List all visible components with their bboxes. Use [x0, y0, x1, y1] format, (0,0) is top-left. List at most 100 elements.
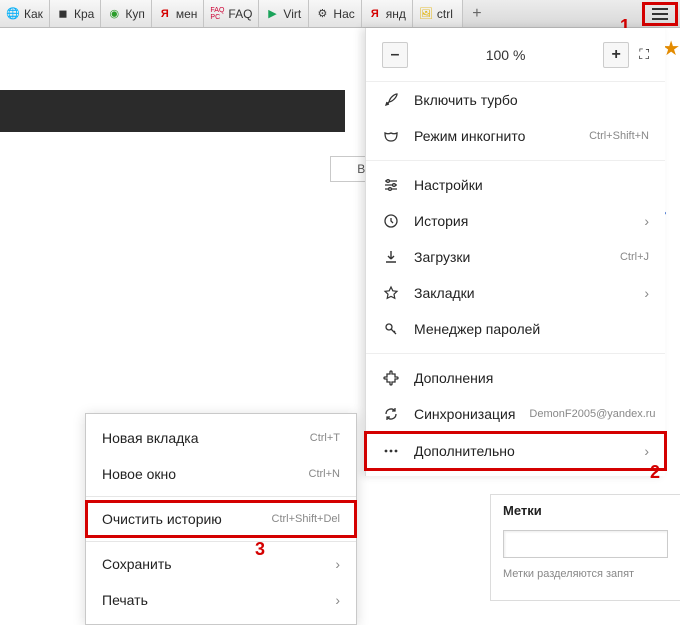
tab-1[interactable]: ◼ Кра [50, 0, 101, 27]
tab-label: Virt [283, 7, 301, 21]
zoom-level: 100 % [408, 47, 603, 63]
menu-label: Закладки [414, 285, 630, 301]
menu-item-turbo[interactable]: Включить турбо [366, 82, 665, 118]
favicon-picture: 🖼 [419, 7, 433, 21]
tab-label: Как [24, 7, 43, 21]
key-icon [382, 321, 400, 337]
tab-7[interactable]: Я янд [362, 0, 413, 27]
hamburger-icon [652, 8, 668, 20]
tab-label: янд [386, 7, 406, 21]
submenu-shortcut: Ctrl+T [310, 432, 340, 444]
page-header-band [0, 90, 345, 132]
submenu-shortcut: Ctrl+Shift+Del [272, 513, 340, 525]
favicon-yandex: Я [158, 7, 172, 21]
menu-item-settings[interactable]: Настройки [366, 167, 665, 203]
zoom-in-button[interactable]: + [603, 42, 629, 68]
main-menu-button[interactable] [640, 0, 680, 27]
menu-item-addons[interactable]: Дополнения [366, 360, 665, 396]
menu-shortcut: Ctrl+Shift+N [589, 130, 649, 142]
menu-item-downloads[interactable]: Загрузки Ctrl+J [366, 239, 665, 275]
favicon-dark: ◼ [56, 7, 70, 21]
labels-hint: Метки разделяются запят [503, 568, 668, 580]
plus-icon: + [612, 46, 621, 64]
submenu-item-new-tab[interactable]: Новая вкладка Ctrl+T [86, 420, 356, 456]
submenu-shortcut: Ctrl+N [309, 468, 340, 480]
chevron-right-icon: › [644, 443, 649, 459]
menu-label: Загрузки [414, 249, 606, 265]
star-icon [382, 285, 400, 301]
labels-input[interactable] [503, 530, 668, 558]
menu-item-more[interactable]: Дополнительно › [364, 431, 667, 471]
submenu-label: Новая вкладка [102, 430, 300, 446]
chevron-right-icon: › [644, 213, 649, 229]
menu-label: Синхронизация [414, 406, 515, 422]
submenu-item-save[interactable]: Сохранить › [86, 546, 356, 582]
submenu-label: Очистить историю [102, 511, 262, 527]
annotation-2: 2 [650, 462, 660, 483]
fullscreen-icon: ⛶ [639, 46, 649, 62]
favicon-gear: ⚙ [315, 7, 329, 21]
chevron-right-icon: › [335, 556, 340, 572]
menu-item-history[interactable]: История › [366, 203, 665, 239]
menu-label: Дополнительно [414, 443, 630, 459]
rocket-icon [382, 92, 400, 108]
submenu-label: Новое окно [102, 466, 299, 482]
zoom-out-button[interactable]: – [382, 42, 408, 68]
chevron-right-icon: › [335, 592, 340, 608]
labels-panel: Метки Метки разделяются запят [490, 494, 680, 601]
chevron-right-icon: › [644, 285, 649, 301]
menu-item-sync[interactable]: Синхронизация DemonF2005@yandex.ru [366, 396, 665, 432]
sliders-icon [382, 177, 400, 193]
tab-3[interactable]: Я мен [152, 0, 205, 27]
menu-label: Дополнения [414, 370, 649, 386]
tab-strip: 🌐 Как ◼ Кра ◉ Куп Я мен FAQPC FAQ ▶ Virt… [0, 0, 680, 28]
more-icon [382, 443, 400, 459]
tab-label: Нас [333, 7, 354, 21]
menu-label: Менеджер паролей [414, 321, 649, 337]
tab-2[interactable]: ◉ Куп [101, 0, 152, 27]
more-submenu: Новая вкладка Ctrl+T Новое окно Ctrl+N О… [85, 413, 357, 625]
tab-6[interactable]: ⚙ Нас [309, 0, 361, 27]
tab-4[interactable]: FAQPC FAQ [204, 0, 259, 27]
submenu-label: Сохранить [102, 556, 325, 572]
favicon-triangle: ▶ [265, 7, 279, 21]
menu-item-passwords[interactable]: Менеджер паролей [366, 311, 665, 347]
labels-title: Метки [503, 503, 668, 518]
favicon-yandex: Я [368, 7, 382, 21]
favicon-green: ◉ [107, 7, 121, 21]
tab-label: FAQ [228, 7, 252, 21]
sync-icon [382, 406, 400, 422]
tab-label: Кра [74, 7, 94, 21]
favicon-faq: FAQPC [210, 7, 224, 21]
tab-5[interactable]: ▶ Virt [259, 0, 309, 27]
plus-icon: + [472, 5, 481, 23]
submenu-item-new-window[interactable]: Новое окно Ctrl+N [86, 456, 356, 492]
menu-item-incognito[interactable]: Режим инкогнито Ctrl+Shift+N [366, 118, 665, 154]
submenu-item-print[interactable]: Печать › [86, 582, 356, 618]
tab-label: Куп [125, 7, 145, 21]
menu-shortcut: Ctrl+J [620, 251, 649, 263]
menu-item-bookmarks[interactable]: Закладки › [366, 275, 665, 311]
minus-icon: – [391, 46, 400, 64]
mask-icon [382, 128, 400, 144]
menu-label: История [414, 213, 630, 229]
tab-8[interactable]: 🖼 ctrl [413, 0, 463, 27]
menu-label: Режим инкогнито [414, 128, 575, 144]
zoom-row: – 100 % + ⛶ [366, 28, 665, 82]
annotation-3: 3 [255, 539, 265, 560]
clock-icon [382, 213, 400, 229]
download-icon [382, 249, 400, 265]
menu-label: Настройки [414, 177, 649, 193]
tab-0[interactable]: 🌐 Как [0, 0, 50, 27]
main-menu: – 100 % + ⛶ Включить турбо Режим инкогни… [365, 28, 665, 476]
tab-label: мен [176, 7, 198, 21]
submenu-item-clear-history[interactable]: Очистить историю Ctrl+Shift+Del [85, 500, 357, 538]
favicon-globe: 🌐 [6, 7, 20, 21]
menu-label: Включить турбо [414, 92, 649, 108]
menu-sync-account: DemonF2005@yandex.ru [529, 408, 655, 420]
new-tab-button[interactable]: + [463, 0, 491, 27]
fullscreen-button[interactable]: ⛶ [639, 46, 649, 63]
tab-label: ctrl [437, 7, 453, 21]
puzzle-icon [382, 370, 400, 386]
submenu-label: Печать [102, 592, 325, 608]
